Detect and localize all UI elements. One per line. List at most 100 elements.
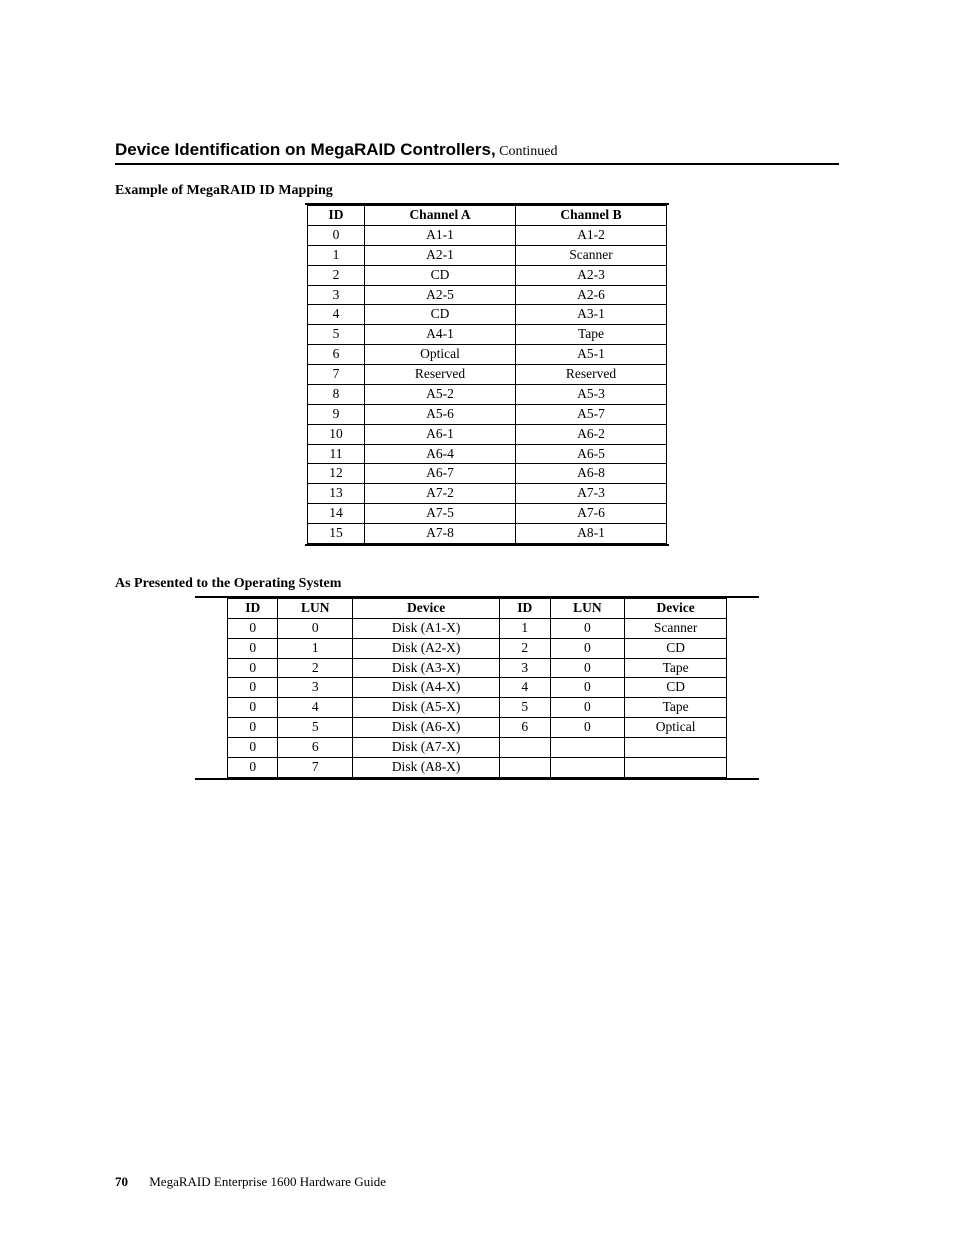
- table-row: 13A7-2A7-3: [308, 484, 667, 504]
- table-row: 01Disk (A2-X)20CD: [228, 638, 727, 658]
- table-row: 15A7-8A8-1: [308, 524, 667, 544]
- cell-id-r: 5: [500, 698, 550, 718]
- cell-dev-l: Disk (A7-X): [353, 738, 500, 758]
- cell-ch-b: A6-5: [516, 444, 667, 464]
- cell-dev-r: Scanner: [625, 618, 727, 638]
- cell-ch-a: CD: [365, 265, 516, 285]
- section1-heading: Example of MegaRAID ID Mapping: [115, 183, 839, 199]
- section-os-view: As Presented to the Operating System ID …: [115, 576, 839, 780]
- cell-id: 6: [308, 345, 365, 365]
- cell-ch-b: Reserved: [516, 365, 667, 385]
- cell-id: 9: [308, 404, 365, 424]
- cell-id-r: 2: [500, 638, 550, 658]
- cell-dev-l: Disk (A8-X): [353, 757, 500, 777]
- cell-id: 3: [308, 285, 365, 305]
- cell-lun-l: 4: [278, 698, 353, 718]
- table-row: 10A6-1A6-2: [308, 424, 667, 444]
- cell-id-l: 0: [228, 618, 278, 638]
- table-row: 05Disk (A6-X)60Optical: [228, 718, 727, 738]
- table-row: 7ReservedReserved: [308, 365, 667, 385]
- cell-id: 5: [308, 325, 365, 345]
- table-header-row: ID LUN Device ID LUN Device: [228, 598, 727, 618]
- cell-id-l: 0: [228, 757, 278, 777]
- title-rule: [115, 163, 839, 165]
- cell-id: 13: [308, 484, 365, 504]
- cell-id-r: 6: [500, 718, 550, 738]
- cell-ch-b: A5-7: [516, 404, 667, 424]
- cell-ch-b: A6-8: [516, 464, 667, 484]
- cell-ch-a: A6-4: [365, 444, 516, 464]
- cell-dev-r: CD: [625, 678, 727, 698]
- title-continued: Continued: [496, 144, 558, 159]
- cell-ch-b: A8-1: [516, 524, 667, 544]
- cell-lun-r: 0: [550, 618, 625, 638]
- cell-ch-b: A5-3: [516, 384, 667, 404]
- table-row: 2CDA2-3: [308, 265, 667, 285]
- cell-lun-r: 0: [550, 658, 625, 678]
- cell-ch-a: A5-6: [365, 404, 516, 424]
- cell-ch-a: A5-2: [365, 384, 516, 404]
- cell-lun-l: 0: [278, 618, 353, 638]
- cell-ch-b: A7-6: [516, 504, 667, 524]
- col-id-r: ID: [500, 598, 550, 618]
- page-footer: 70 MegaRAID Enterprise 1600 Hardware Gui…: [115, 1174, 386, 1190]
- cell-ch-a: CD: [365, 305, 516, 325]
- section2-heading: As Presented to the Operating System: [115, 576, 839, 592]
- col-channel-b: Channel B: [516, 206, 667, 226]
- cell-id-r: 3: [500, 658, 550, 678]
- table-row: 11A6-4A6-5: [308, 444, 667, 464]
- cell-ch-a: Reserved: [365, 365, 516, 385]
- table-row: 6OpticalA5-1: [308, 345, 667, 365]
- cell-id-l: 0: [228, 638, 278, 658]
- cell-id: 7: [308, 365, 365, 385]
- cell-id-r: 4: [500, 678, 550, 698]
- col-lun-l: LUN: [278, 598, 353, 618]
- cell-id: 4: [308, 305, 365, 325]
- table-row: 14A7-5A7-6: [308, 504, 667, 524]
- cell-ch-a: A6-1: [365, 424, 516, 444]
- cell-dev-l: Disk (A1-X): [353, 618, 500, 638]
- cell-id-r: 1: [500, 618, 550, 638]
- table2-wrap: ID LUN Device ID LUN Device 00Disk (A1-X…: [195, 596, 759, 780]
- table-row: 07Disk (A8-X): [228, 757, 727, 777]
- cell-ch-b: A7-3: [516, 484, 667, 504]
- cell-id-l: 0: [228, 738, 278, 758]
- cell-dev-r: [625, 757, 727, 777]
- table-row: 02Disk (A3-X)30Tape: [228, 658, 727, 678]
- cell-ch-a: A7-8: [365, 524, 516, 544]
- cell-dev-r: [625, 738, 727, 758]
- cell-id-l: 0: [228, 718, 278, 738]
- table-row: 9A5-6A5-7: [308, 404, 667, 424]
- table-row: 4CDA3-1: [308, 305, 667, 325]
- cell-id: 11: [308, 444, 365, 464]
- cell-dev-l: Disk (A5-X): [353, 698, 500, 718]
- cell-id: 1: [308, 245, 365, 265]
- cell-dev-r: CD: [625, 638, 727, 658]
- col-id-l: ID: [228, 598, 278, 618]
- table-row: 8A5-2A5-3: [308, 384, 667, 404]
- table-row: 0A1-1A1-2: [308, 225, 667, 245]
- cell-lun-r: [550, 738, 625, 758]
- table-row: 06Disk (A7-X): [228, 738, 727, 758]
- col-lun-r: LUN: [550, 598, 625, 618]
- page-number: 70: [115, 1174, 128, 1189]
- cell-ch-b: A5-1: [516, 345, 667, 365]
- cell-dev-r: Optical: [625, 718, 727, 738]
- cell-id-r: [500, 757, 550, 777]
- cell-ch-b: A6-2: [516, 424, 667, 444]
- col-id: ID: [308, 206, 365, 226]
- cell-lun-l: 6: [278, 738, 353, 758]
- id-mapping-table: ID Channel A Channel B 0A1-1A1-21A2-1Sca…: [307, 205, 667, 544]
- cell-id-l: 0: [228, 698, 278, 718]
- cell-ch-b: A3-1: [516, 305, 667, 325]
- cell-id-r: [500, 738, 550, 758]
- doc-title: MegaRAID Enterprise 1600 Hardware Guide: [149, 1174, 386, 1189]
- os-view-table: ID LUN Device ID LUN Device 00Disk (A1-X…: [227, 598, 727, 778]
- cell-dev-l: Disk (A6-X): [353, 718, 500, 738]
- cell-lun-l: 2: [278, 658, 353, 678]
- cell-id: 2: [308, 265, 365, 285]
- col-channel-a: Channel A: [365, 206, 516, 226]
- cell-id-l: 0: [228, 678, 278, 698]
- cell-lun-r: 0: [550, 698, 625, 718]
- cell-lun-r: 0: [550, 678, 625, 698]
